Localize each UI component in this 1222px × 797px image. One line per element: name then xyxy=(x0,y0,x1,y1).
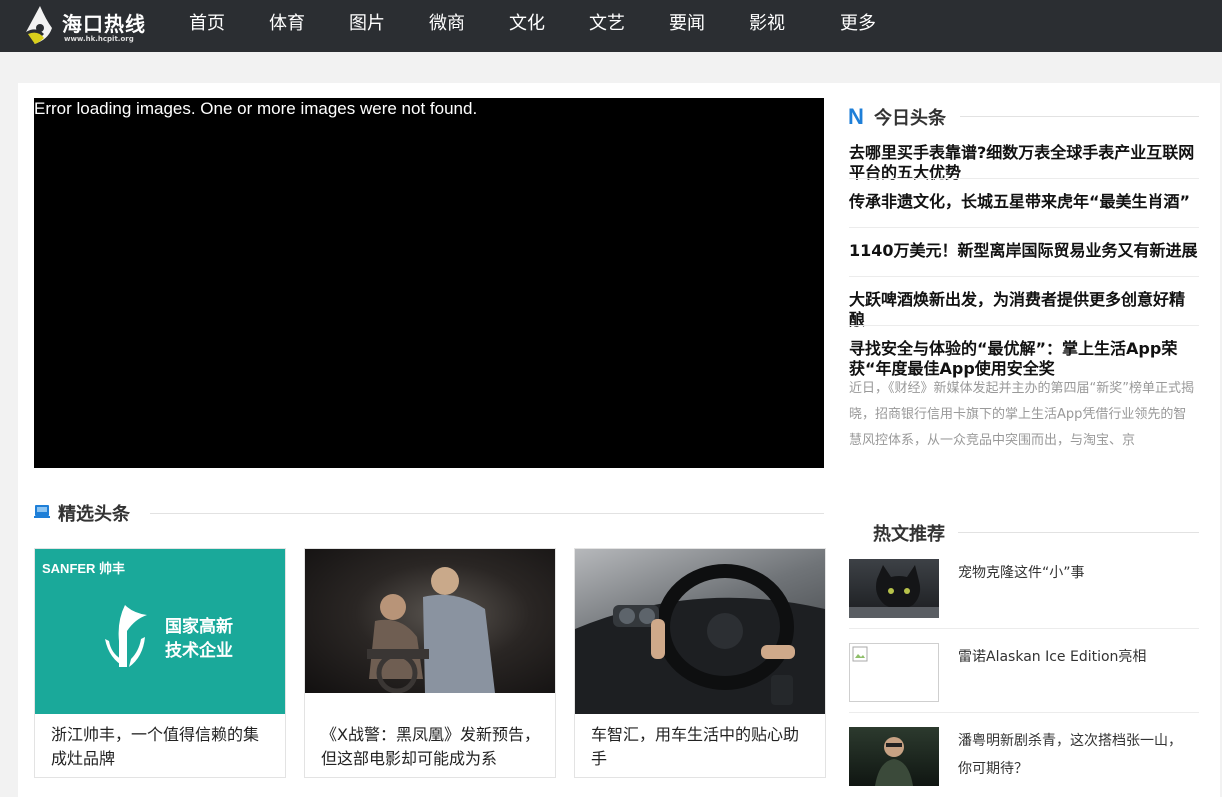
slider-error-message: Error loading images. One or more images… xyxy=(34,99,478,118)
nav-item-microbusiness[interactable]: 微商 xyxy=(429,0,465,52)
card-image-car-interior xyxy=(575,549,825,714)
nav-item-home[interactable]: 首页 xyxy=(189,0,225,52)
hot-thumb-drama[interactable] xyxy=(849,727,939,786)
broken-image-icon xyxy=(852,646,868,662)
brand-logo-text: SANFER 帅丰 xyxy=(42,561,126,576)
badge-line-1: 国家高新 xyxy=(165,617,233,637)
card-caption[interactable]: 浙江帅丰，一个值得信赖的集成灶品牌 xyxy=(51,723,273,771)
nav-item-arts[interactable]: 文艺 xyxy=(589,0,625,52)
badge-line-2: 技术企业 xyxy=(165,641,233,661)
hot-article-link[interactable]: 宠物克隆这件“小”事 xyxy=(958,559,1193,587)
n-letter-icon: N xyxy=(848,104,864,129)
nav-item-news[interactable]: 要闻 xyxy=(669,0,705,52)
hot-title-divider xyxy=(958,532,1199,533)
nav-item-film[interactable]: 影视 xyxy=(749,0,785,52)
headline-summary: 近日，《财经》新媒体发起并主办的第四届“新奖”榜单正式揭晓，招商银行信用卡旗下的… xyxy=(849,381,1194,448)
nav-item-more[interactable]: 更多 xyxy=(840,0,876,52)
featured-card[interactable]: 车智汇，用车生活中的贴心助手 xyxy=(574,548,826,778)
featured-section-icon xyxy=(34,505,50,518)
headline-divider xyxy=(849,276,1199,277)
card-image-brand: SANFER 帅丰 国家高新 技术企业 xyxy=(35,549,285,714)
logo-swoosh-icon xyxy=(26,6,52,44)
featured-title-divider xyxy=(150,513,824,514)
hot-divider xyxy=(849,628,1199,629)
site-logo[interactable]: 海口热线 www.hk.hcpit.org xyxy=(22,4,162,48)
headline-link[interactable]: 1140万美元！新型离岸国际贸易业务又有新进展 xyxy=(849,241,1199,261)
headline-divider xyxy=(849,178,1199,179)
hot-article-link[interactable]: 雷诺Alaskan Ice Edition亮相 xyxy=(958,643,1193,671)
hot-divider xyxy=(849,712,1199,713)
card-caption[interactable]: 车智汇，用车生活中的贴心助手 xyxy=(591,723,813,771)
logo-url: www.hk.hcpit.org xyxy=(64,35,134,43)
hot-thumb-cat[interactable] xyxy=(849,559,939,618)
steering-wheel-scene-icon xyxy=(575,564,825,714)
headline-divider xyxy=(849,227,1199,228)
card-image-movie-still xyxy=(305,549,555,693)
nav-item-sports[interactable]: 体育 xyxy=(269,0,305,52)
today-title-divider xyxy=(960,116,1199,117)
headline-link[interactable]: 去哪里买手表靠谱?细数万表全球手表产业互联网平台的五大优势 xyxy=(849,143,1199,183)
drama-still-icon xyxy=(875,737,913,786)
logo-name: 海口热线 xyxy=(62,12,146,36)
nav-item-pictures[interactable]: 图片 xyxy=(349,0,385,52)
cat-photo-icon xyxy=(849,565,939,618)
hot-thumb-broken[interactable] xyxy=(849,643,939,702)
hot-articles-title: 热文推荐 xyxy=(873,524,945,545)
headline-link[interactable]: 寻找安全与体验的“最优解”：掌上生活App荣获“年度最佳App使用安全奖 xyxy=(849,339,1199,379)
movie-still-scene-icon xyxy=(367,567,495,693)
image-slider[interactable]: Error loading images. One or more images… xyxy=(34,98,824,468)
hot-article-link[interactable]: 潘粤明新剧杀青，这次搭档张一山，你可期待？ xyxy=(958,727,1193,783)
nav-item-culture[interactable]: 文化 xyxy=(509,0,545,52)
featured-card[interactable]: 《X战警：黑凤凰》发新预告，但这部电影却可能成为系 xyxy=(304,548,556,778)
headline-link[interactable]: 传承非遗文化，长城五星带来虎年“最美生肖酒” xyxy=(849,192,1199,212)
top-nav-bar: 海口热线 www.hk.hcpit.org 首页 体育 图片 微商 文化 文艺 … xyxy=(0,0,1222,52)
headline-divider xyxy=(849,325,1199,326)
featured-card[interactable]: SANFER 帅丰 国家高新 技术企业 浙江帅丰，一个值得信赖的集成灶品牌 xyxy=(34,548,286,778)
today-headlines-title: 今日头条 xyxy=(874,108,946,129)
high-tech-emblem-icon xyxy=(105,605,147,667)
featured-section-title: 精选头条 xyxy=(58,504,130,525)
headline-link[interactable]: 大跃啤酒焕新出发，为消费者提供更多创意好精酿 xyxy=(849,290,1199,330)
card-caption[interactable]: 《X战警：黑凤凰》发新预告，但这部电影却可能成为系 xyxy=(321,723,543,771)
